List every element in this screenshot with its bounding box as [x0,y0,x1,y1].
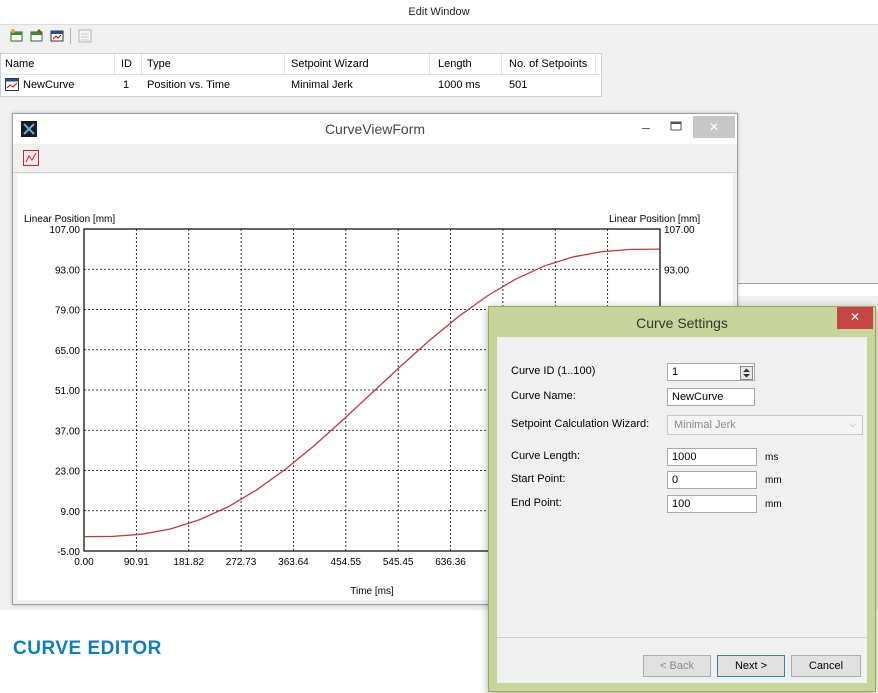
wizard-select[interactable]: Minimal Jerk ⌵ [667,415,863,435]
curve-length-label: Curve Length: [511,450,581,462]
x-tick-label: 545.45 [383,557,414,568]
wizard-label: Setpoint Calculation Wizard: [511,418,650,430]
y-axis-label-right: Linear Position [mm] [609,214,700,225]
curve-id-stepper[interactable]: 1 [667,363,755,381]
chevron-down-icon: ⌵ [849,419,856,429]
cell-setpoints: 501 [509,79,528,91]
background-window-edge [736,283,878,296]
y-tick-label-left: -5.00 [57,547,80,558]
curve-settings-dialog: Curve Settings ✕ Curve ID (1..100) 1 Cur… [488,306,876,692]
table-row[interactable]: NewCurve 1 Position vs. Time Minimal Jer… [1,75,601,95]
x-tick-label: 454.55 [331,557,362,568]
col-setpoints[interactable]: No. of Setpoints [509,58,587,70]
minimize-button[interactable]: – [633,118,659,138]
cell-wizard: Minimal Jerk [291,79,353,91]
curve-table: Name ID Type Setpoint Wizard Length No. … [0,53,602,97]
next-button[interactable]: Next > [717,655,785,677]
col-name[interactable]: Name [5,58,34,70]
end-point-label: End Point: [511,497,562,509]
curve-table-header: Name ID Type Setpoint Wizard Length No. … [1,54,601,75]
dialog-close-button[interactable]: ✕ [837,307,873,329]
curve-id-label: Curve ID (1..100) [511,365,596,377]
y-axis-label-left: Linear Position [mm] [24,214,115,225]
curve-name-field[interactable]: NewCurve [667,388,755,406]
curve-name-label: Curve Name: [511,390,576,402]
y-tick-label-right: 107.00 [664,225,695,236]
y-tick-label-left: 65.00 [55,346,80,357]
wizard-value: Minimal Jerk [674,419,736,431]
edit-window-title: Edit Window [0,0,878,25]
x-tick-label: 90.91 [124,557,149,568]
end-point-field[interactable]: 100 [667,495,757,513]
x-tick-label: 0.00 [74,557,94,568]
y-tick-label-left: 37.00 [55,426,80,437]
close-button[interactable]: ✕ [693,116,735,138]
y-tick-label-left: 93.00 [55,265,80,276]
curve-settings-title[interactable]: Curve Settings [489,307,875,337]
spinner-arrows-icon[interactable] [740,366,753,380]
curve-row-icon [5,78,19,94]
chart-tool-icon[interactable] [23,150,39,166]
y-tick-label-left: 9.00 [61,507,81,518]
curve-settings-body: Curve ID (1..100) 1 Curve Name: NewCurve… [497,337,867,683]
cell-id: 1 [123,79,130,91]
start-point-field[interactable]: 0 [667,471,757,489]
caption-heading: CURVE EDITOR [13,638,162,659]
x-tick-label: 181.82 [173,557,204,568]
curve-view-titlebar[interactable]: CurveViewForm – ✕ [13,114,737,144]
maximize-icon [670,121,682,131]
y-tick-label-left: 107.00 [49,225,80,236]
end-point-unit: mm [765,499,782,510]
col-wizard[interactable]: Setpoint Wizard [291,58,369,70]
start-point-unit: mm [765,475,782,486]
x-axis-label: Time [ms] [350,586,394,597]
toolbar-separator [70,28,71,44]
new-curve-icon[interactable] [8,27,26,45]
start-point-label: Start Point: [511,473,566,485]
cell-length: 1000 ms [438,79,481,91]
y-tick-label-left: 23.00 [55,467,80,478]
x-tick-label: 636.36 [435,557,466,568]
curve-view-title: CurveViewForm [324,121,426,137]
back-button[interactable]: < Back [643,655,711,677]
col-length[interactable]: Length [438,58,472,70]
x-tick-label: 363.64 [278,557,309,568]
curve-id-value: 1 [672,366,679,378]
col-id[interactable]: ID [121,58,132,70]
curve-length-unit: ms [765,452,779,463]
cell-name: NewCurve [23,79,75,91]
curve-view-toolbar [13,144,737,173]
open-curve-view-icon[interactable] [48,27,66,45]
curve-settings-panel: Curve ID (1..100) 1 Curve Name: NewCurve… [497,337,867,638]
curve-properties-icon[interactable] [28,27,46,45]
y-tick-label-right: 93.00 [664,265,689,276]
maximize-button[interactable] [663,118,689,138]
y-tick-label-left: 79.00 [55,306,80,317]
curve-length-field[interactable]: 1000 [667,448,757,466]
x-tick-label: 272.73 [226,557,257,568]
cell-type: Position vs. Time [147,79,231,91]
y-tick-label-left: 51.00 [55,386,80,397]
app-logo-icon [21,121,37,137]
setpoint-table-icon[interactable] [76,27,94,45]
cancel-button[interactable]: Cancel [791,655,861,677]
col-type[interactable]: Type [147,58,171,70]
